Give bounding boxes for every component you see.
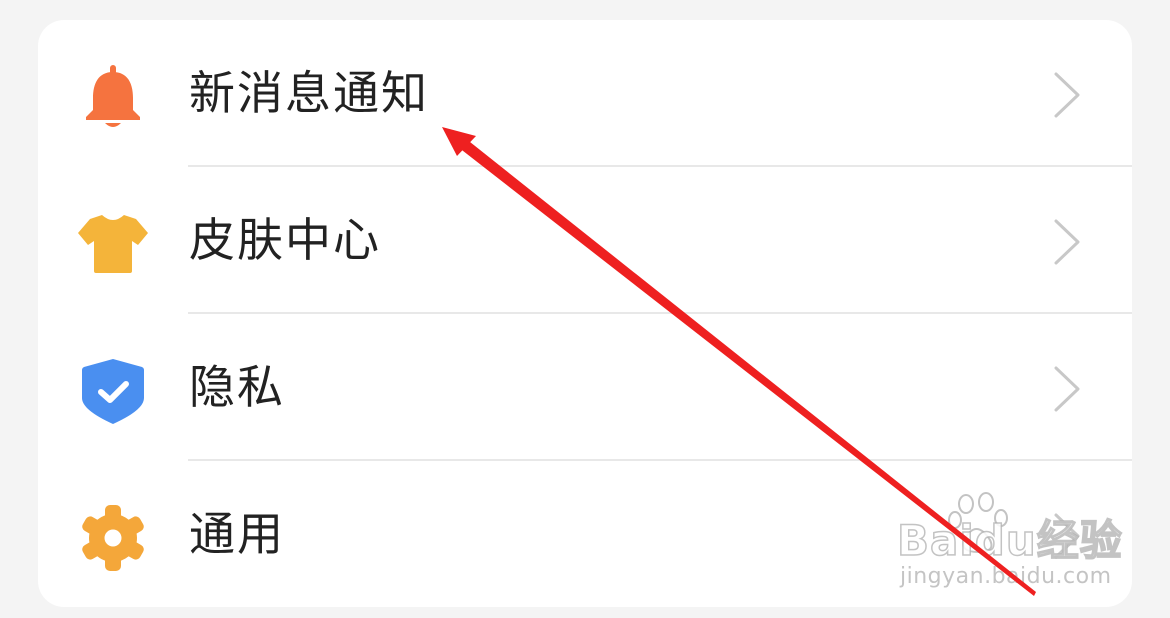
settings-item-label: 皮肤中心 (189, 213, 381, 267)
settings-item-label: 通用 (189, 507, 285, 561)
gear-icon (76, 501, 150, 575)
tshirt-icon (76, 207, 150, 281)
settings-item-privacy[interactable]: 隐私 (38, 314, 1132, 461)
shield-check-icon (76, 354, 150, 428)
screen: 新消息通知 皮肤中心 隐私 通用 Baidu经验 jingyan.baidu.c… (0, 0, 1170, 618)
bell-icon (76, 60, 150, 134)
chevron-right-icon (1050, 217, 1084, 267)
settings-item-label: 隐私 (189, 360, 285, 414)
chevron-right-icon (1050, 70, 1084, 120)
watermark-brand: Baidu经验 (896, 515, 1123, 566)
watermark-url: jingyan.baidu.com (900, 564, 1112, 589)
chevron-right-icon (1050, 364, 1084, 414)
settings-item-skin-center[interactable]: 皮肤中心 (38, 167, 1132, 314)
settings-item-label: 新消息通知 (189, 66, 429, 120)
settings-item-new-message-notification[interactable]: 新消息通知 (38, 20, 1132, 167)
